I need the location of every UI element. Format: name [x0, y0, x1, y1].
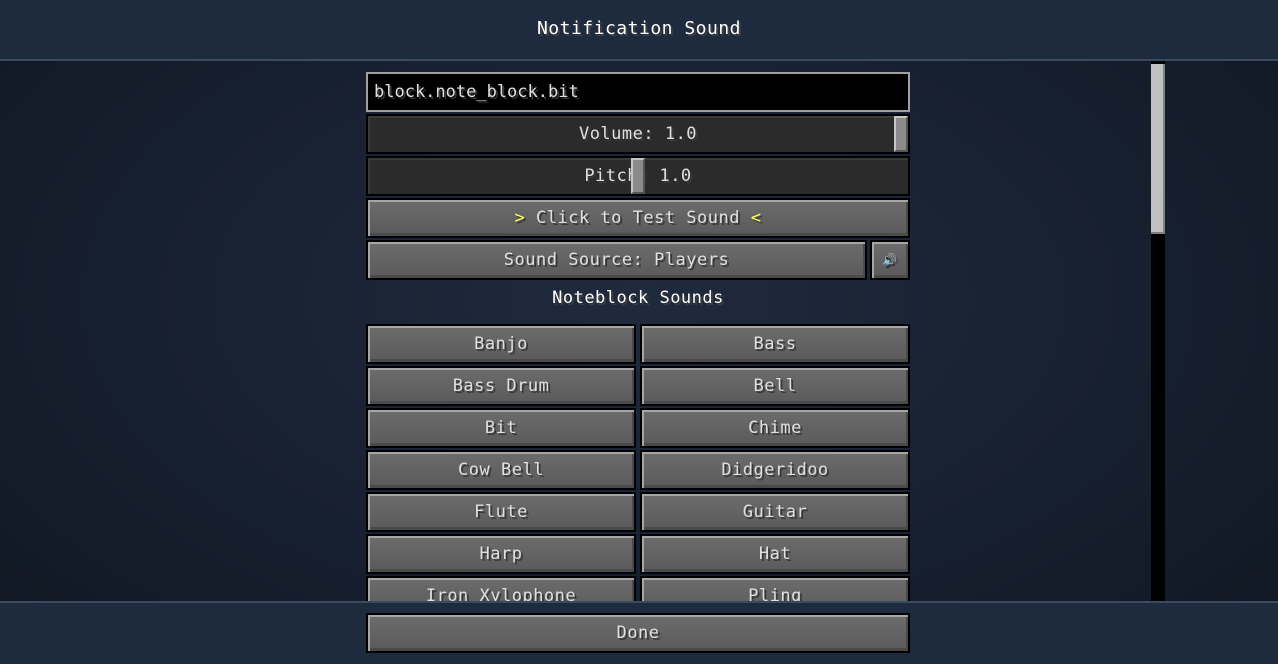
sound-button-hat[interactable]: Hat	[640, 534, 910, 574]
sound-button-iron-xylophone[interactable]: Iron Xylophone	[366, 576, 636, 601]
volume-label: Volume: 1.0	[578, 124, 698, 144]
sound-source-label: Sound Source: Players	[503, 250, 730, 270]
sound-button-label: Harp	[479, 544, 523, 564]
pitch-slider-handle[interactable]	[631, 158, 645, 194]
page-title: Notification Sound	[536, 18, 742, 39]
test-sound-label: Click to Test Sound	[525, 208, 751, 228]
arrow-left-icon: <	[750, 208, 762, 228]
sound-button-label: Chime	[748, 418, 802, 438]
sound-source-button[interactable]: Sound Source: Players	[366, 240, 867, 280]
footer-bar: Done	[0, 601, 1278, 664]
sound-button-label: Bell	[753, 376, 797, 396]
sound-button-bell[interactable]: Bell	[640, 366, 910, 406]
sound-id-input[interactable]: block.note_block.bit	[366, 72, 910, 112]
sound-button-harp[interactable]: Harp	[366, 534, 636, 574]
volume-slider-handle[interactable]	[894, 116, 908, 152]
header-bar: Notification Sound	[0, 0, 1278, 61]
sound-button-label: Iron Xylophone	[425, 586, 577, 601]
sound-button-label: Pling	[748, 586, 802, 601]
sound-button-label: Guitar	[742, 502, 808, 522]
done-button[interactable]: Done	[366, 613, 910, 653]
pitch-slider[interactable]: Pitch: 1.0	[366, 156, 910, 196]
sound-button-label: Flute	[474, 502, 528, 522]
sound-button-cow-bell[interactable]: Cow Bell	[366, 450, 636, 490]
section-heading: Noteblock Sounds	[552, 288, 724, 308]
scrollbar-thumb[interactable]	[1151, 64, 1165, 234]
notification-sound-screen: Notification Sound block.note_block.bit …	[0, 0, 1278, 664]
sound-button-bit[interactable]: Bit	[366, 408, 636, 448]
speaker-button[interactable]: 🔊	[870, 240, 910, 280]
sound-button-label: Bit	[484, 418, 518, 438]
sound-button-bass[interactable]: Bass	[640, 324, 910, 364]
test-sound-button[interactable]: > Click to Test Sound <	[366, 198, 910, 238]
sound-button-label: Hat	[758, 544, 792, 564]
sound-button-didgeridoo[interactable]: Didgeridoo	[640, 450, 910, 490]
options-list[interactable]: block.note_block.bit Volume: 1.0 Pitch: …	[0, 61, 1278, 601]
sound-button-label: Didgeridoo	[721, 460, 829, 480]
sound-button-label: Cow Bell	[458, 460, 544, 480]
volume-slider[interactable]: Volume: 1.0	[366, 114, 910, 154]
sound-button-guitar[interactable]: Guitar	[640, 492, 910, 532]
sound-button-banjo[interactable]: Banjo	[366, 324, 636, 364]
sound-button-chime[interactable]: Chime	[640, 408, 910, 448]
sound-button-label: Bass Drum	[452, 376, 550, 396]
sound-button-pling[interactable]: Pling	[640, 576, 910, 601]
done-label: Done	[616, 623, 660, 643]
sound-button-bass-drum[interactable]: Bass Drum	[366, 366, 636, 406]
sound-button-label: Banjo	[474, 334, 528, 354]
speaker-icon: 🔊	[882, 253, 898, 267]
arrow-right-icon: >	[514, 208, 526, 228]
sound-button-label: Bass	[753, 334, 797, 354]
sound-button-flute[interactable]: Flute	[366, 492, 636, 532]
